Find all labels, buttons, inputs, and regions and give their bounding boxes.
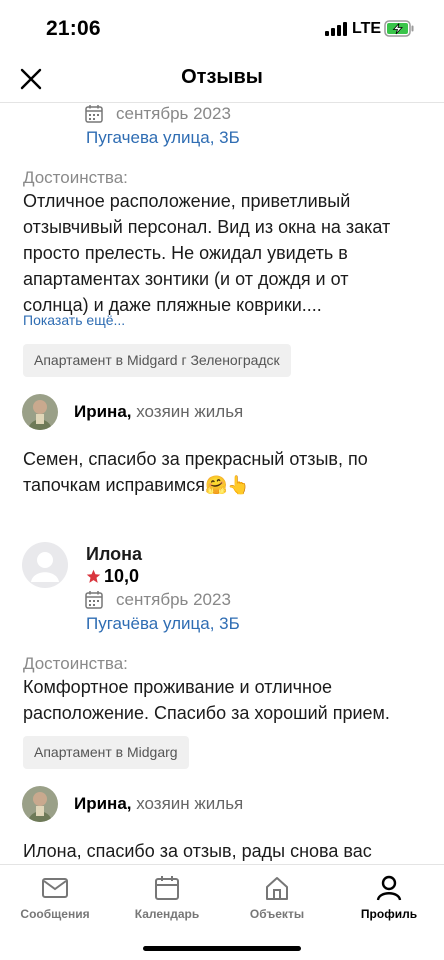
calendar-icon	[85, 105, 103, 123]
host-reply-text: Семен, спасибо за прекрасный отзыв, по т…	[23, 449, 368, 495]
mail-icon	[42, 878, 68, 898]
header: Отзывы	[0, 56, 444, 103]
listing-chip: Апартамент в Midgard г Зеленоградск	[23, 344, 291, 377]
status-bar: 21:06 LTE	[0, 0, 444, 56]
reviewer-name: Илона	[86, 544, 143, 564]
tab-objects[interactable]: Объекты	[227, 875, 327, 921]
host-avatar	[22, 786, 58, 822]
review-pros-text: Отличное расположение, приветливый отзыв…	[23, 191, 391, 315]
host-reply-author: Ирина, хозяин жилья	[74, 402, 244, 421]
review-rating: 10,0	[86, 566, 139, 587]
listing-chip: Апартамент в Midgarg	[23, 736, 189, 769]
status-time: 21:06	[46, 17, 101, 40]
home-indicator	[143, 946, 301, 951]
tab-calendar[interactable]: Календарь	[117, 875, 217, 921]
review-pros-text: Комфортное проживание и отличное располо…	[23, 677, 390, 723]
reviews-list[interactable]: сентябрь 2023 Пугачева улица, 3Б Достоин…	[0, 104, 444, 864]
tab-profile[interactable]: Профиль	[339, 875, 439, 921]
tab-label: Объекты	[249, 907, 305, 921]
review-date: сентябрь 2023	[84, 104, 231, 124]
star-icon	[86, 569, 101, 583]
network-type: LTE	[352, 20, 382, 37]
person-placeholder-icon	[31, 552, 59, 582]
signal-icon	[325, 22, 347, 36]
person-icon	[376, 875, 402, 901]
battery-charging-icon	[384, 20, 414, 37]
review-date-text: сентябрь 2023	[116, 104, 231, 123]
calendar-icon	[85, 591, 103, 609]
review-date: сентябрь 2023	[84, 590, 231, 610]
avatar	[22, 786, 58, 822]
review-address-link[interactable]: Пугачева улица, 3Б	[86, 128, 240, 148]
tab-label: Профиль	[360, 907, 418, 921]
host-avatar	[22, 394, 58, 430]
page-title: Отзывы	[181, 66, 263, 88]
review-address-link[interactable]: Пугачёва улица, 3Б	[86, 614, 240, 634]
show-more-link[interactable]: Показать ещё...	[23, 312, 125, 328]
tab-label: Календарь	[134, 907, 200, 921]
review-date-text: сентябрь 2023	[116, 590, 231, 609]
tab-label: Сообщения	[20, 907, 90, 921]
calendar-icon	[155, 876, 179, 900]
host-reply-text: Илона, спасибо за отзыв, рады снова вас	[23, 841, 372, 861]
home-icon	[266, 877, 288, 900]
pros-label: Достоинства:	[23, 654, 128, 673]
host-reply-author: Ирина, хозяин жилья	[74, 794, 244, 813]
pros-label: Достоинства:	[23, 168, 128, 187]
tab-messages[interactable]: Сообщения	[5, 875, 105, 921]
reviewer-avatar	[22, 542, 68, 588]
avatar	[22, 394, 58, 430]
